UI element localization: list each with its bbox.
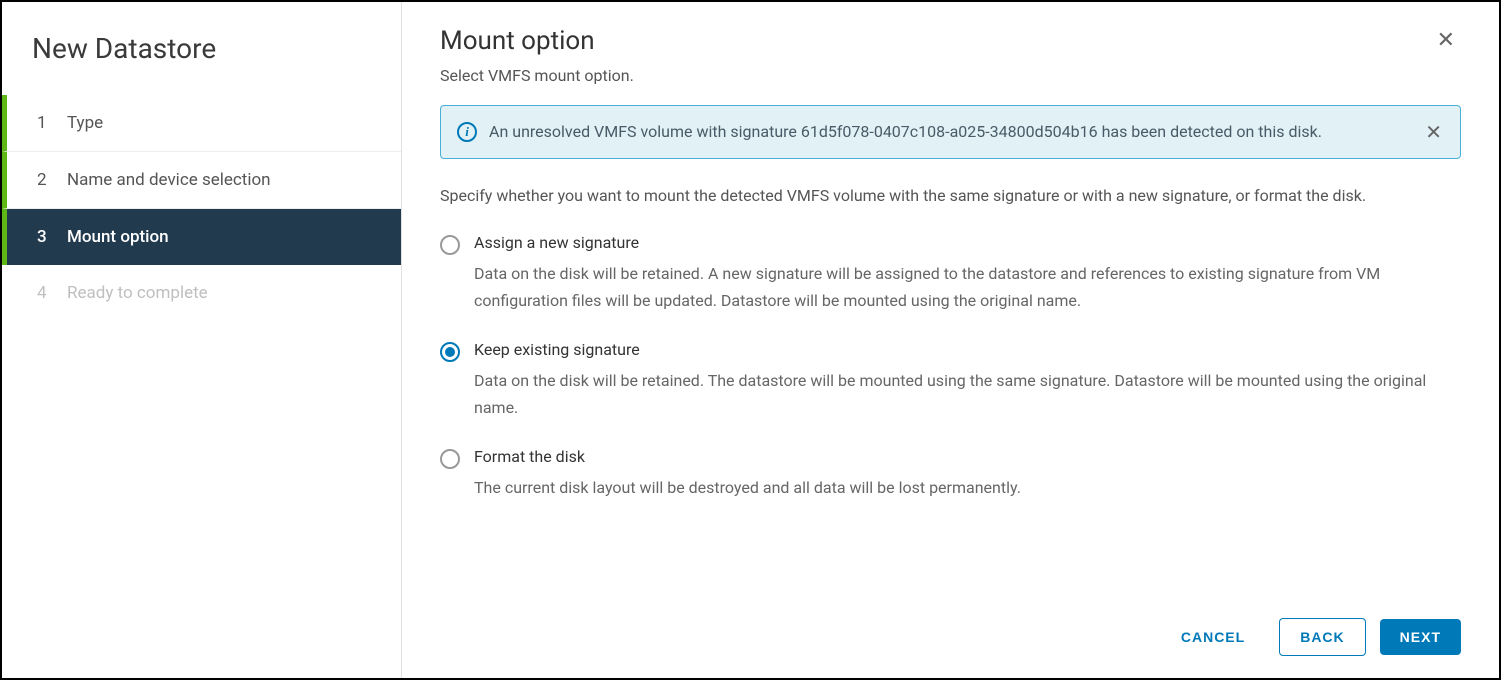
description-text: Specify whether you want to mount the de… bbox=[440, 183, 1461, 209]
option-label[interactable]: Keep existing signature bbox=[474, 340, 1461, 359]
option-label[interactable]: Assign a new signature bbox=[474, 233, 1461, 252]
info-icon: i bbox=[457, 122, 477, 142]
step-type[interactable]: 1 Type bbox=[2, 95, 401, 152]
step-number: 2 bbox=[37, 170, 53, 190]
mount-options-group: Assign a new signature Data on the disk … bbox=[440, 233, 1461, 528]
option-body: Format the disk The current disk layout … bbox=[474, 447, 1461, 501]
back-button[interactable]: BACK bbox=[1279, 618, 1365, 656]
step-label: Name and device selection bbox=[67, 170, 271, 190]
option-description: The current disk layout will be destroye… bbox=[474, 474, 1461, 501]
radio-format-disk[interactable] bbox=[440, 449, 460, 469]
next-button[interactable]: NEXT bbox=[1380, 619, 1461, 655]
step-number: 1 bbox=[37, 113, 53, 133]
step-label: Type bbox=[67, 113, 103, 133]
option-label[interactable]: Format the disk bbox=[474, 447, 1461, 466]
option-keep-existing-signature[interactable]: Keep existing signature Data on the disk… bbox=[440, 340, 1461, 421]
option-assign-new-signature[interactable]: Assign a new signature Data on the disk … bbox=[440, 233, 1461, 314]
step-ready-complete: 4 Ready to complete bbox=[2, 265, 401, 321]
option-format-disk[interactable]: Format the disk The current disk layout … bbox=[440, 447, 1461, 501]
page-subtitle: Select VMFS mount option. bbox=[440, 66, 1461, 85]
page-title: Mount option bbox=[440, 26, 595, 56]
option-description: Data on the disk will be retained. A new… bbox=[474, 260, 1461, 314]
main-header: Mount option ✕ bbox=[440, 26, 1461, 66]
alert-close-icon[interactable]: ✕ bbox=[1423, 120, 1444, 144]
info-alert: i An unresolved VMFS volume with signatu… bbox=[440, 105, 1461, 159]
wizard-title: New Datastore bbox=[2, 22, 401, 95]
option-body: Keep existing signature Data on the disk… bbox=[474, 340, 1461, 421]
option-description: Data on the disk will be retained. The d… bbox=[474, 367, 1461, 421]
step-label: Ready to complete bbox=[67, 283, 208, 303]
step-name-device[interactable]: 2 Name and device selection bbox=[2, 152, 401, 209]
step-mount-option[interactable]: 3 Mount option bbox=[2, 209, 401, 265]
dialog-footer: CANCEL BACK NEXT bbox=[1161, 618, 1461, 656]
step-number: 3 bbox=[37, 227, 53, 247]
alert-text: An unresolved VMFS volume with signature… bbox=[489, 120, 1411, 144]
main-panel: Mount option ✕ Select VMFS mount option.… bbox=[402, 2, 1499, 678]
wizard-steps: 1 Type 2 Name and device selection 3 Mou… bbox=[2, 95, 401, 321]
close-icon[interactable]: ✕ bbox=[1431, 26, 1461, 56]
radio-assign-new-signature[interactable] bbox=[440, 235, 460, 255]
new-datastore-dialog: New Datastore 1 Type 2 Name and device s… bbox=[0, 0, 1501, 680]
step-label: Mount option bbox=[67, 227, 169, 247]
step-number: 4 bbox=[37, 283, 53, 303]
option-body: Assign a new signature Data on the disk … bbox=[474, 233, 1461, 314]
radio-keep-existing-signature[interactable] bbox=[440, 342, 460, 362]
cancel-button[interactable]: CANCEL bbox=[1161, 619, 1265, 655]
wizard-sidebar: New Datastore 1 Type 2 Name and device s… bbox=[2, 2, 402, 678]
